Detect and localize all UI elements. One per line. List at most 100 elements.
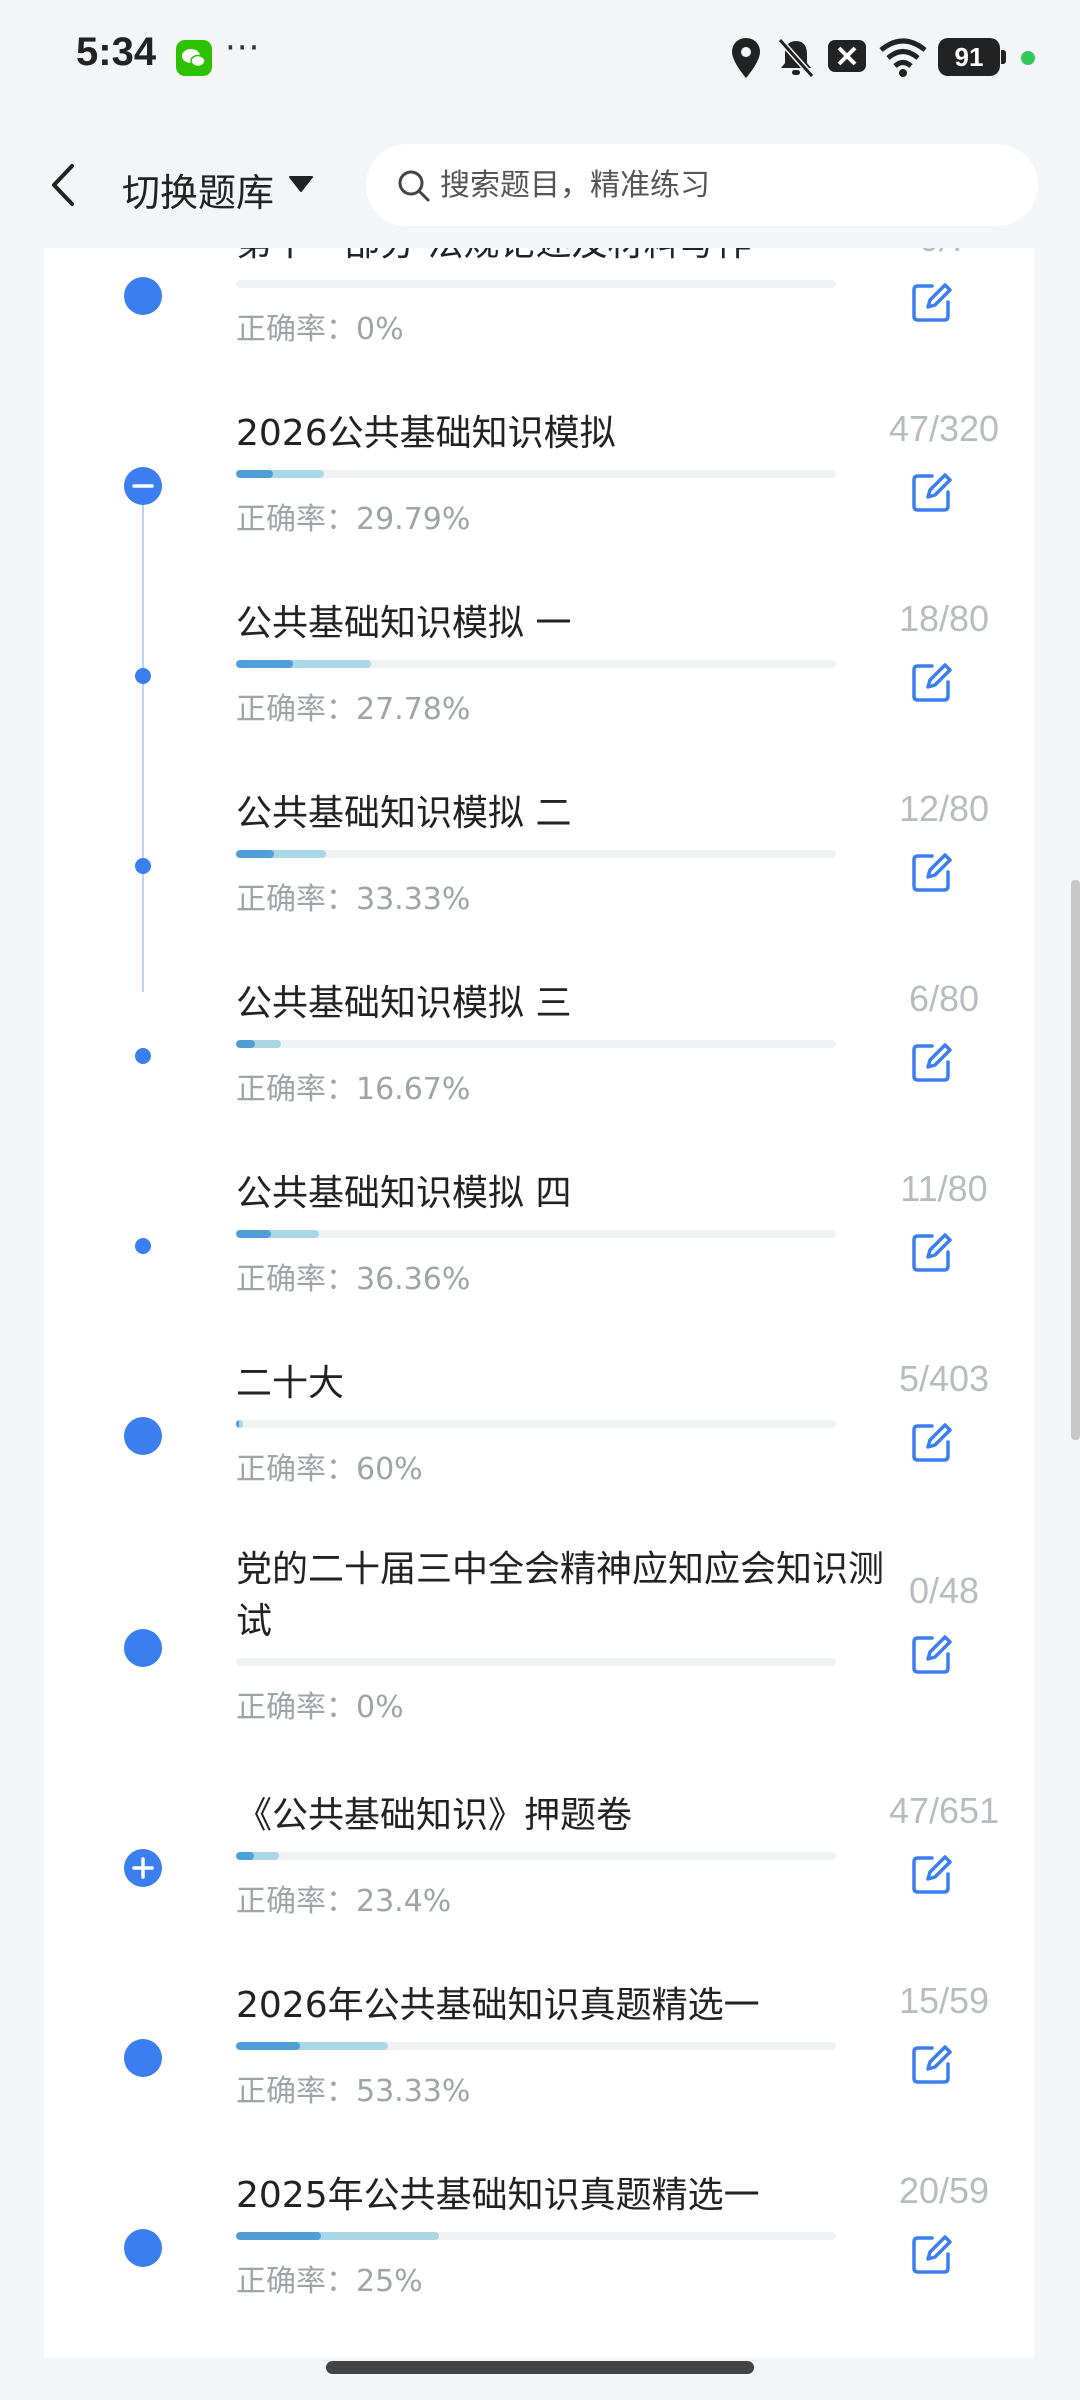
home-indicator[interactable] (326, 2361, 754, 2374)
timeline-dot (124, 277, 162, 315)
list-item[interactable]: 二十大 正确率：60% 5/403 (44, 1338, 1034, 1518)
accuracy-label: 正确率： (236, 1072, 356, 1107)
list-item[interactable]: 公共基础知识模拟 四正确率：36.36% 11/80 (44, 1148, 1034, 1328)
progress-track (236, 2232, 836, 2240)
accuracy-rate: 正确率：60% (236, 1444, 423, 1488)
answered-count: 18/80 (898, 598, 990, 639)
battery-tip (1001, 50, 1006, 64)
progress-track (236, 1658, 836, 1666)
timeline-dot-small (135, 1238, 151, 1254)
accuracy-value: 29.79% (356, 502, 471, 537)
battery-indicator: 91 (938, 38, 1000, 76)
accuracy-label: 正确率： (236, 692, 356, 727)
answered-count: 15/59 (898, 1980, 990, 2021)
edit-practice-icon[interactable] (910, 1420, 954, 1464)
timeline-dot (124, 2039, 162, 2077)
progress-bar (236, 660, 371, 668)
accuracy-label: 正确率： (236, 502, 356, 537)
item-title: 公共基础知识模拟 二 (236, 793, 572, 834)
edit-practice-icon[interactable] (910, 2042, 954, 2086)
accuracy-rate: 正确率：25% (236, 2256, 423, 2300)
answered-count: 12/80 (898, 788, 990, 829)
progress-bar (236, 1230, 319, 1238)
expand-icon[interactable] (124, 1849, 162, 1887)
switch-bank-button[interactable]: 切换题库 (122, 162, 274, 217)
list-item[interactable]: 2025年公共基础知识真题精选一 正确率：25% 20/59 (44, 2150, 1034, 2330)
timeline-dot (124, 1417, 162, 1455)
progress-track (236, 1420, 836, 1428)
answered-count: 47/320 (888, 408, 1000, 449)
edit-practice-icon[interactable] (910, 1632, 954, 1676)
timeline-dot (124, 2229, 162, 2267)
list-item[interactable]: 党的二十届三中全会精神应知应会知识测试正确率：0% 0/48 (44, 1524, 1034, 1756)
edit-practice-icon[interactable] (910, 470, 954, 514)
progress-track (236, 470, 836, 478)
scrollbar[interactable] (1071, 880, 1080, 1440)
progress-bar (236, 2042, 389, 2050)
progress-fill (236, 1420, 240, 1428)
answered-count: 20/59 (898, 2170, 990, 2211)
list-item[interactable]: 2026公共基础知识模拟 正确率：29.79% 47/320 (44, 388, 1034, 568)
progress-track (236, 2042, 836, 2050)
edit-practice-icon[interactable] (910, 660, 954, 704)
progress-track (236, 850, 836, 858)
list-item[interactable]: 2026年公共基础知识真题精选一 正确率：53.33% 15/59 (44, 1960, 1034, 2140)
progress-track (236, 1852, 836, 1860)
accuracy-rate: 正确率：16.67% (236, 1064, 470, 1108)
accuracy-label: 正确率： (236, 1452, 356, 1487)
list-item[interactable]: 第十一部分 法规论述及材料写作正确率：0% 0/7 (44, 248, 1034, 378)
collapse-icon[interactable] (124, 467, 162, 505)
progress-fill (236, 470, 274, 478)
status-time: 5:34 (76, 30, 157, 74)
item-title: 公共基础知识模拟 三 (236, 983, 572, 1024)
accuracy-value: 16.67% (356, 1072, 471, 1107)
list-item[interactable]: 公共基础知识模拟 三正确率：16.67% 6/80 (44, 958, 1034, 1138)
edit-practice-icon[interactable] (910, 1040, 954, 1084)
accuracy-rate: 正确率：53.33% (236, 2066, 470, 2110)
status-bar: 5:34 ··· 91 (0, 0, 1080, 120)
edit-practice-icon[interactable] (910, 850, 954, 894)
accuracy-label: 正确率： (236, 1884, 356, 1919)
back-arrow-icon[interactable] (44, 158, 84, 212)
progress-fill (236, 660, 293, 668)
progress-track (236, 280, 836, 288)
accuracy-rate: 正确率：36.36% (236, 1254, 470, 1298)
progress-bar (236, 1420, 244, 1428)
accuracy-label: 正确率： (236, 1690, 356, 1725)
accuracy-value: 25% (356, 2264, 423, 2299)
progress-bar (236, 1040, 281, 1048)
accuracy-label: 正确率： (236, 882, 356, 917)
item-title: 《公共基础知识》押题卷 (236, 1795, 633, 1836)
edit-practice-icon[interactable] (910, 1852, 954, 1896)
item-title: 第十一部分 法规论述及材料写作 (236, 248, 886, 270)
answered-count: 0/48 (908, 1570, 980, 1611)
caret-down-icon[interactable] (288, 174, 314, 194)
accuracy-value: 60% (356, 1452, 423, 1487)
progress-fill (236, 1040, 255, 1048)
accuracy-value: 27.78% (356, 692, 471, 727)
progress-bar (236, 850, 326, 858)
mute-bell-icon (777, 38, 815, 78)
progress-fill (236, 2042, 300, 2050)
question-bank-list: 第十一部分 法规论述及材料写作正确率：0%0/72026公共基础知识模拟正确率：… (44, 248, 1034, 2358)
search-input[interactable] (440, 162, 1000, 208)
progress-bar (236, 1852, 280, 1860)
search-box[interactable] (366, 144, 1038, 226)
edit-practice-icon[interactable] (910, 280, 954, 324)
list-item[interactable]: 《公共基础知识》押题卷 正确率：23.4% 47/651 (44, 1770, 1034, 1950)
list-item[interactable]: 公共基础知识模拟 二正确率：33.33% 12/80 (44, 768, 1034, 948)
edit-practice-icon[interactable] (910, 1230, 954, 1274)
no-signal-icon (828, 40, 866, 72)
accuracy-rate: 正确率：29.79% (236, 494, 470, 538)
timeline-dot-small (135, 1048, 151, 1064)
accuracy-rate: 正确率：0% (236, 1682, 404, 1726)
list-item[interactable]: 公共基础知识模拟 一正确率：27.78% 18/80 (44, 578, 1034, 758)
accuracy-value: 0% (356, 1690, 404, 1725)
edit-practice-icon[interactable] (910, 2232, 954, 2276)
item-title: 2026公共基础知识模拟 (236, 413, 616, 454)
accuracy-label: 正确率： (236, 312, 356, 347)
privacy-indicator (1021, 51, 1035, 65)
more-notifications-icon: ··· (225, 28, 261, 68)
progress-fill (236, 1852, 255, 1860)
item-title: 党的二十届三中全会精神应知应会知识测试 (236, 1549, 885, 1642)
